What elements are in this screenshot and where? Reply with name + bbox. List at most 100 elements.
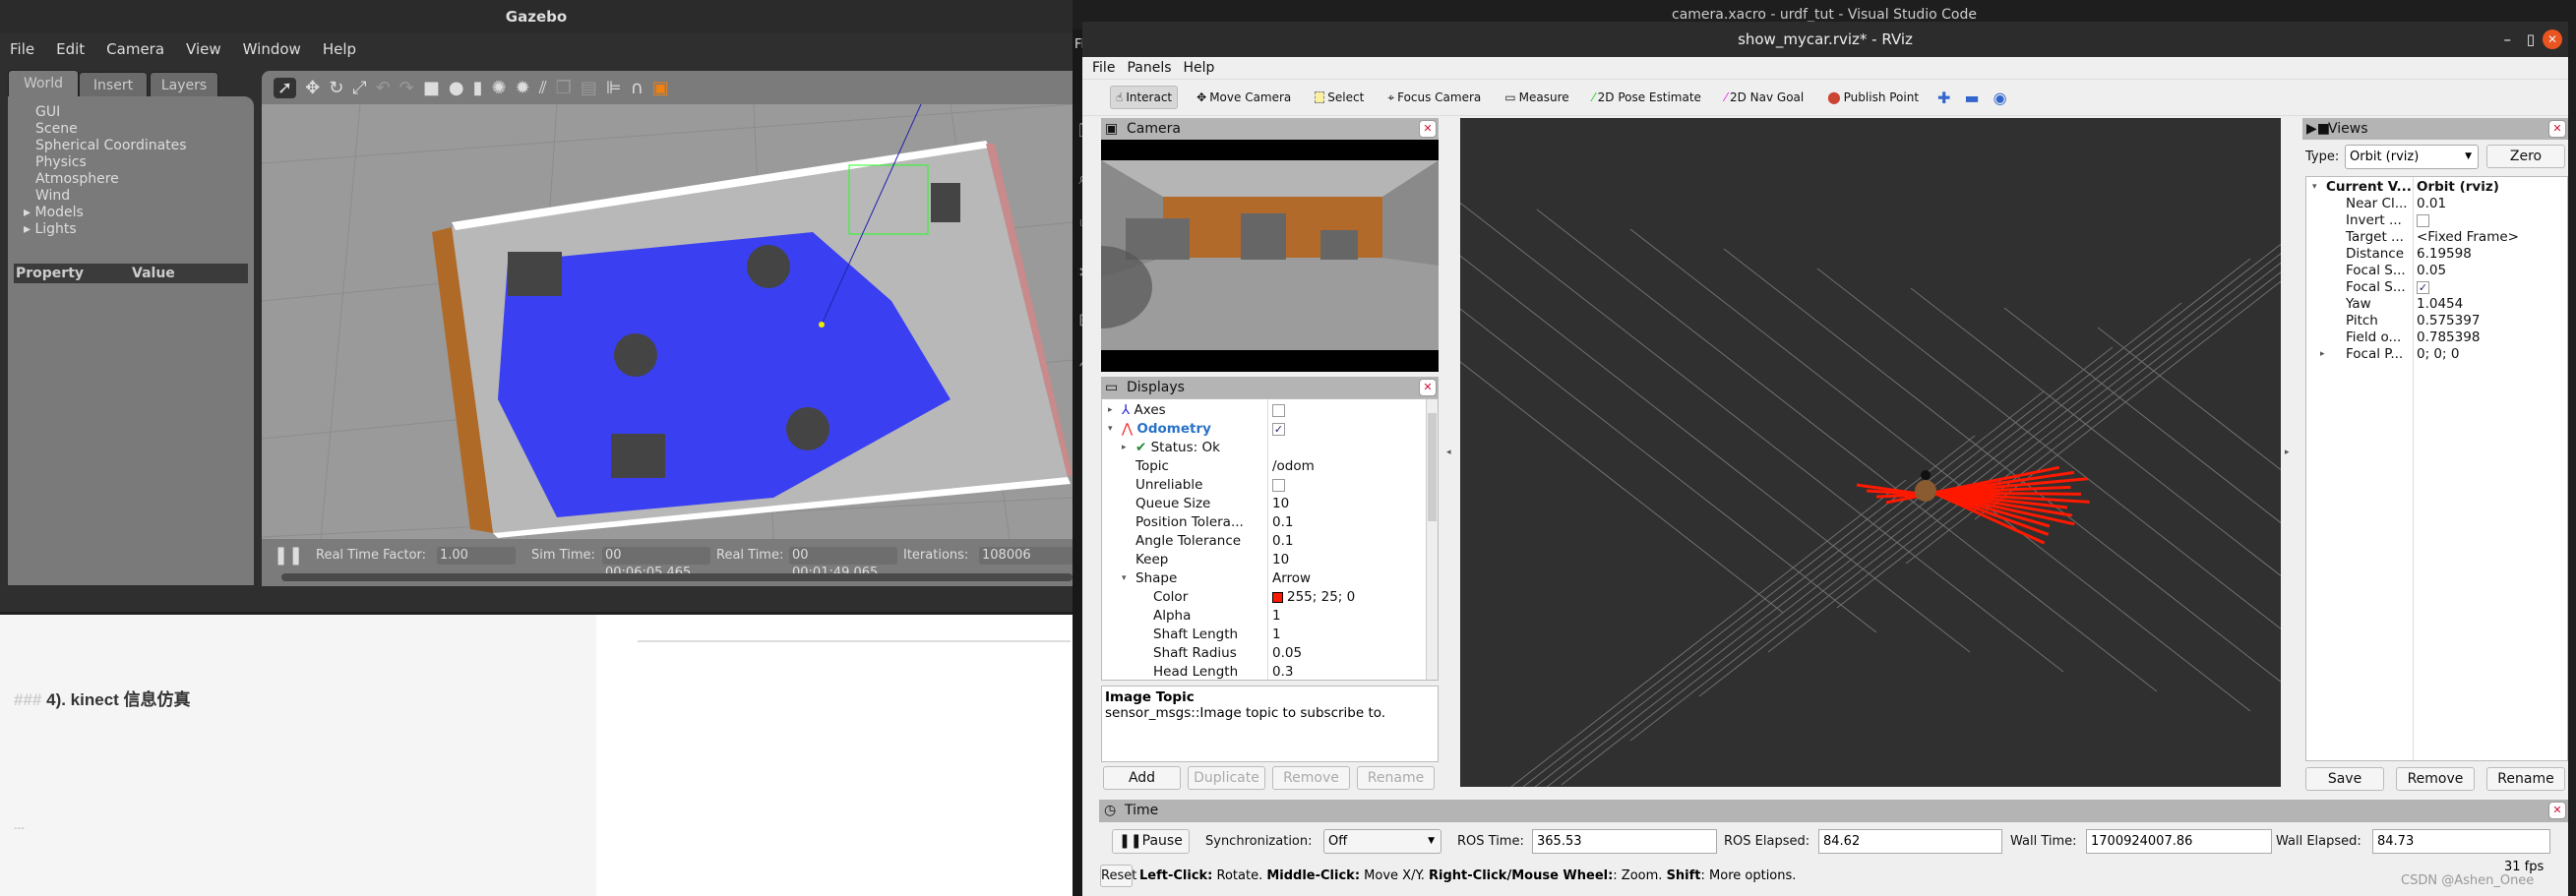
display-checkbox[interactable] — [1272, 478, 1285, 492]
spot-light-icon[interactable]: ✹ — [516, 78, 530, 98]
close-icon[interactable]: ✕ — [2548, 802, 2566, 819]
tab-layers[interactable]: Layers — [150, 72, 218, 97]
reset-button[interactable]: Reset — [1100, 865, 1136, 887]
tool-publish-point[interactable]: ⬤ Publish Point — [1822, 87, 1924, 108]
display-row[interactable]: Color 255; 25; 0 — [1102, 588, 1427, 607]
view-prop-value[interactable]: 0.01 — [2417, 196, 2446, 211]
view-prop-value[interactable]: 0.05 — [2417, 263, 2446, 278]
expand-down-icon[interactable]: ▾ — [1122, 569, 1127, 588]
gazebo-3d-viewport[interactable] — [261, 103, 1073, 540]
display-value[interactable]: Arrow — [1272, 570, 1311, 586]
display-row[interactable]: Topic/odom — [1102, 457, 1427, 476]
display-checkbox[interactable]: ✓ — [1272, 422, 1285, 436]
display-row[interactable]: Head Length 0.3 — [1102, 663, 1427, 680]
rviz-3d-view[interactable] — [1460, 118, 2281, 787]
views-tree[interactable]: ▾ Current V... Orbit (rviz) Near Cl... 0.01 I… — [2305, 176, 2568, 761]
point-light-icon[interactable]: ✺ — [492, 78, 507, 98]
wall-time-field[interactable]: 1700924007.86 — [2086, 829, 2272, 854]
world-item-lights[interactable]: ▸ Lights — [24, 221, 77, 238]
tool-measure[interactable]: ▭ Measure — [1500, 87, 1573, 108]
expand-right-icon[interactable]: ▸ — [1122, 439, 1127, 457]
display-value[interactable]: /odom — [1272, 458, 1315, 474]
align-icon[interactable]: ⊫ — [606, 78, 622, 98]
close-icon[interactable]: ✕ — [2548, 120, 2566, 138]
tool-select[interactable]: Select — [1310, 87, 1369, 108]
view-row[interactable]: Distance 6.19598 — [2306, 246, 2562, 263]
pause-icon[interactable]: ❚❚ — [274, 545, 303, 566]
cylinder-icon[interactable]: ▮ — [473, 78, 483, 98]
close-icon[interactable]: ✕ — [2543, 30, 2562, 49]
view-prop-value[interactable]: 0.785398 — [2417, 329, 2480, 345]
view-prop-value[interactable]: 0; 0; 0 — [2417, 346, 2459, 362]
display-row[interactable]: Keep 10 — [1102, 551, 1427, 569]
displays-tree[interactable]: ▸ ⅄ Axes ▾ ⋀ Odometry ✓ ▸ ✔ Status: Ok Topic/od… — [1101, 398, 1439, 681]
menu-panels[interactable]: Panels — [1127, 57, 1171, 79]
view-row[interactable]: Focal S... ✓ — [2306, 279, 2562, 296]
display-value[interactable]: 255; 25; 0 — [1287, 589, 1355, 605]
menu-window[interactable]: Window — [243, 33, 301, 65]
world-item-scene[interactable]: Scene — [35, 121, 78, 138]
display-row[interactable]: Angle Tolerance 0.1 — [1102, 532, 1427, 551]
display-value[interactable]: 10 — [1272, 496, 1289, 511]
view-prop-value[interactable]: 6.19598 — [2417, 246, 2472, 262]
view-row[interactable]: Target ... <Fixed Frame> — [2306, 229, 2562, 246]
color-swatch[interactable] — [1272, 591, 1283, 603]
display-row[interactable]: ▸ ⅄ Axes — [1102, 401, 1427, 420]
directional-light-icon[interactable]: ⫽ — [539, 78, 547, 98]
redo-icon[interactable]: ↷ — [399, 78, 414, 98]
world-item-gui[interactable]: GUI — [35, 104, 60, 121]
display-row[interactable]: Shaft Radius 0.05 — [1102, 644, 1427, 663]
menu-edit[interactable]: Edit — [56, 33, 85, 65]
rotate-icon[interactable]: ↻ — [329, 78, 343, 98]
menu-file[interactable]: File — [10, 33, 34, 65]
view-row[interactable]: Focal S... 0.05 — [2306, 263, 2562, 279]
remove-view-button[interactable]: Remove — [2396, 767, 2475, 791]
horizontal-scrollbar[interactable] — [281, 573, 1073, 581]
view-checkbox[interactable] — [2417, 213, 2429, 227]
world-item-spherical[interactable]: Spherical Coordinates — [35, 138, 187, 154]
menu-help[interactable]: Help — [1184, 57, 1215, 79]
display-value[interactable]: 0.3 — [1272, 664, 1293, 680]
snap-icon[interactable]: ∩ — [631, 78, 644, 98]
ros-elapsed-field[interactable]: 84.62 — [1818, 829, 2002, 854]
view-prop-value[interactable]: 1.0454 — [2417, 296, 2463, 312]
view-prop-value[interactable]: Orbit (rviz) — [2417, 179, 2499, 195]
copy-icon[interactable]: ❐ — [556, 78, 572, 98]
collapse-right-handle[interactable]: ▸ — [2285, 118, 2299, 787]
undo-icon[interactable]: ↶ — [376, 78, 391, 98]
tool-2d-pose-estimate[interactable]: ⁄ 2D Pose Estimate — [1588, 87, 1706, 108]
view-row[interactable]: Yaw 1.0454 — [2306, 296, 2562, 313]
world-item-atmosphere[interactable]: Atmosphere — [35, 171, 119, 188]
display-value[interactable]: 0.1 — [1272, 514, 1293, 530]
display-value[interactable]: 10 — [1272, 552, 1289, 567]
display-row[interactable]: Queue Size 10 — [1102, 495, 1427, 513]
remove-button[interactable]: Remove — [1272, 766, 1350, 790]
view-checkbox[interactable]: ✓ — [2417, 280, 2429, 294]
view-type-select[interactable]: Orbit (rviz) ▼ — [2345, 145, 2479, 169]
menu-camera[interactable]: Camera — [106, 33, 164, 65]
rename-button[interactable]: Rename — [1357, 766, 1435, 790]
view-angle-icon[interactable]: ▣ — [652, 78, 669, 98]
markdown-editor[interactable]: ### 4). kinect 信息仿真 --- — [0, 615, 596, 896]
rename-view-button[interactable]: Rename — [2486, 767, 2565, 791]
view-prop-value[interactable]: 0.575397 — [2417, 313, 2480, 329]
menu-help[interactable]: Help — [323, 33, 356, 65]
tool-interact[interactable]: ☝ Interact — [1110, 86, 1179, 109]
view-row[interactable]: ▸ Focal P... 0; 0; 0 — [2306, 346, 2562, 363]
translate-icon[interactable]: ✥ — [305, 78, 320, 98]
display-row[interactable]: Position Tolera... 0.1 — [1102, 513, 1427, 532]
scale-icon[interactable]: ⤢ — [352, 78, 366, 98]
display-checkbox[interactable] — [1272, 403, 1285, 417]
add-tool-icon[interactable]: ✚ — [1937, 89, 1950, 107]
expand-down-icon[interactable]: ▾ — [1108, 420, 1113, 439]
view-row[interactable]: Near Cl... 0.01 — [2306, 196, 2562, 212]
display-value[interactable]: 0.05 — [1272, 645, 1302, 661]
menu-view[interactable]: View — [186, 33, 221, 65]
display-row[interactable]: ▾ Shape Arrow — [1102, 569, 1427, 588]
view-row[interactable]: Pitch 0.575397 — [2306, 313, 2562, 329]
menu-file[interactable]: File — [1092, 57, 1115, 79]
paste-icon[interactable]: ▤ — [581, 78, 597, 98]
display-row[interactable]: Unreliable — [1102, 476, 1427, 495]
minimize-icon[interactable]: – — [2504, 22, 2512, 57]
pause-button[interactable]: ❚❚Pause — [1112, 829, 1190, 854]
